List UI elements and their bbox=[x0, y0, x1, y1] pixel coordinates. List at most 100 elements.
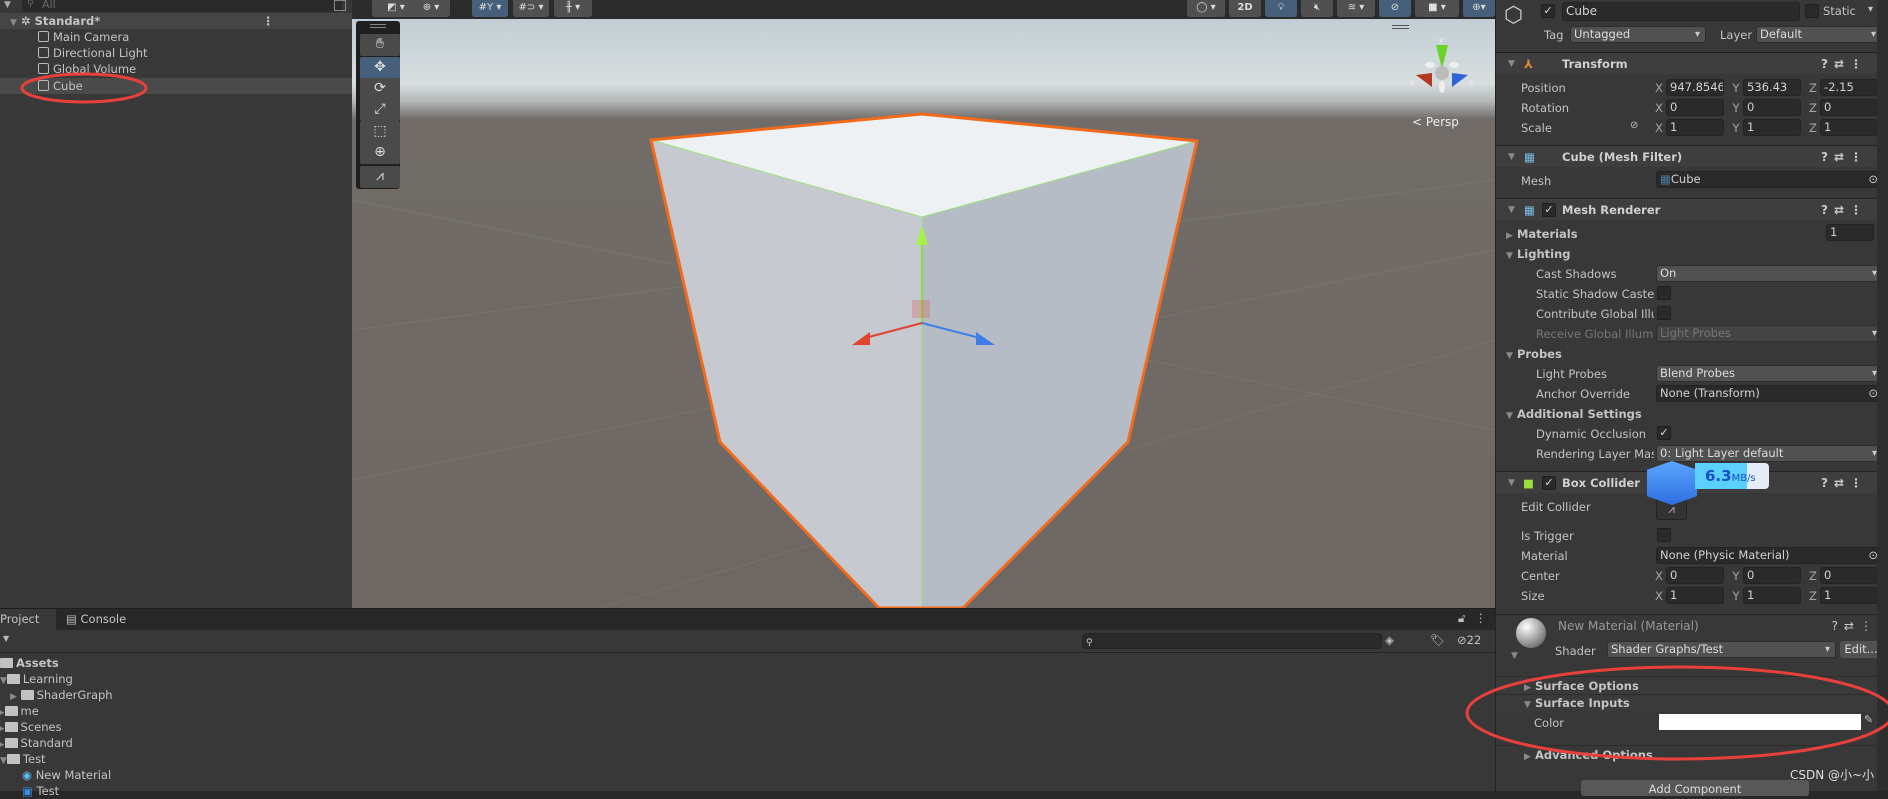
tree-item-assets[interactable]: Assets bbox=[0, 655, 59, 671]
tree-item-standard[interactable]: ▸ Standard bbox=[0, 735, 73, 751]
static-dropdown-icon[interactable]: ▾ bbox=[1868, 4, 1873, 15]
hidden-packages-toggle[interactable]: ⊘22 bbox=[1457, 633, 1481, 647]
rotation-z-field[interactable]: 0 bbox=[1820, 99, 1878, 116]
download-speed-widget[interactable]: 6.3MB/s bbox=[1647, 461, 1771, 505]
component-header-icons[interactable]: ?⇄⋮ bbox=[1821, 53, 1868, 75]
shader-edit-button[interactable]: Edit... bbox=[1840, 641, 1882, 658]
hierarchy-item-cube[interactable]: Cube bbox=[0, 78, 352, 94]
scale-tool-icon[interactable]: ⤢ bbox=[360, 99, 400, 121]
probes-foldout[interactable]: ▼ Probes bbox=[1506, 347, 1562, 361]
center-x-field[interactable]: 0 bbox=[1666, 567, 1724, 584]
custom-editor-tool-icon[interactable]: ⩘ bbox=[360, 166, 400, 188]
more-icon[interactable]: ⋮ bbox=[263, 13, 275, 29]
position-x-field[interactable]: 947.8546 bbox=[1666, 79, 1724, 96]
effects-dropdown[interactable]: ≋ ▾ bbox=[1337, 0, 1375, 17]
position-x-axis-label[interactable]: X bbox=[1653, 81, 1665, 95]
rotation-x-axis-label[interactable]: X bbox=[1653, 101, 1665, 115]
size-z-axis-label[interactable]: Z bbox=[1807, 589, 1819, 603]
add-component-button[interactable]: Add Component bbox=[1581, 780, 1809, 796]
contribute-gi-checkbox[interactable] bbox=[1657, 306, 1671, 320]
tree-item-scenes[interactable]: ▸ Scenes bbox=[0, 719, 62, 735]
additional-settings-foldout[interactable]: ▼ Additional Settings bbox=[1506, 407, 1642, 421]
active-checkbox[interactable]: ✓ bbox=[1541, 4, 1555, 18]
position-z-axis-label[interactable]: Z bbox=[1807, 81, 1819, 95]
lighting-toggle-icon[interactable]: 💡︎ bbox=[1265, 0, 1297, 17]
tree-item-shadergraph[interactable]: ▶ ShaderGraph bbox=[10, 687, 113, 703]
grid-toggle[interactable]: #Y ▾ bbox=[472, 0, 508, 17]
rotation-y-field[interactable]: 0 bbox=[1743, 99, 1801, 116]
scale-z-axis-label[interactable]: Z bbox=[1807, 121, 1819, 135]
inspector-scrollbar[interactable] bbox=[1877, 0, 1888, 791]
search-by-label-icon[interactable]: 🏷︎ bbox=[1430, 633, 1445, 647]
position-z-field[interactable]: -2.15 bbox=[1820, 79, 1878, 96]
rendering-layer-dropdown[interactable]: 0: Light Layer default bbox=[1656, 445, 1883, 462]
material-header-icons[interactable]: ?⇄⋮ bbox=[1832, 619, 1878, 633]
shader-dropdown[interactable]: Shader Graphs/Test bbox=[1607, 641, 1836, 658]
hierarchy-search-input[interactable]: ⚲ All bbox=[22, 0, 342, 12]
position-y-field[interactable]: 536.43 bbox=[1743, 79, 1801, 96]
2d-toggle[interactable]: 2D bbox=[1229, 0, 1261, 17]
project-search-input[interactable]: ⚲ bbox=[1082, 633, 1382, 649]
center-x-axis-label[interactable]: X bbox=[1653, 569, 1665, 583]
tree-item-test[interactable]: ▼ Test bbox=[0, 751, 46, 767]
tab-console[interactable]: ▤ Console bbox=[66, 609, 126, 629]
size-y-axis-label[interactable]: Y bbox=[1730, 589, 1742, 603]
center-z-field[interactable]: 0 bbox=[1820, 567, 1878, 584]
center-y-field[interactable]: 0 bbox=[1743, 567, 1801, 584]
size-z-field[interactable]: 1 bbox=[1820, 587, 1878, 604]
snap-toggle[interactable]: #⊃ ▾ bbox=[513, 0, 549, 17]
tree-item-me[interactable]: ▸ me bbox=[0, 703, 39, 719]
hierarchy-item-main-camera[interactable]: Main Camera bbox=[0, 29, 352, 45]
camera-dropdown[interactable]: ■ ▾ bbox=[1415, 0, 1459, 17]
static-shadow-caster-checkbox[interactable] bbox=[1657, 286, 1671, 300]
size-x-field[interactable]: 1 bbox=[1666, 587, 1724, 604]
tab-project[interactable]: Project bbox=[0, 609, 56, 630]
transform-tool-icon[interactable]: ⊕ bbox=[360, 142, 400, 164]
collapse-arrow-icon[interactable]: ▼ bbox=[1508, 199, 1515, 221]
orientation-gizmo[interactable]: y x z bbox=[1402, 29, 1482, 109]
hierarchy-menu-icon[interactable]: ▼ bbox=[4, 0, 11, 10]
physic-material-field[interactable]: None (Physic Material) ⊙ bbox=[1656, 547, 1883, 564]
layer-dropdown[interactable]: Default bbox=[1756, 26, 1882, 43]
color-swatch[interactable] bbox=[1659, 714, 1861, 730]
mesh-filter-header[interactable]: ▼ ▦ Cube (Mesh Filter) ?⇄⋮ bbox=[1496, 145, 1878, 167]
component-header-icons[interactable]: ?⇄⋮ bbox=[1821, 146, 1868, 168]
projection-toggle[interactable]: < Persp bbox=[1412, 115, 1459, 129]
surface-options-foldout[interactable]: ▶ Surface Options bbox=[1496, 676, 1878, 694]
anchor-override-field[interactable]: None (Transform) ⊙ bbox=[1656, 385, 1883, 402]
rect-tool-icon[interactable]: ⬚ bbox=[360, 121, 400, 143]
materials-count-field[interactable]: 1 bbox=[1826, 224, 1874, 241]
mesh-field[interactable]: ▦Cube ⊙ bbox=[1656, 171, 1883, 188]
size-y-field[interactable]: 1 bbox=[1743, 587, 1801, 604]
scale-y-axis-label[interactable]: Y bbox=[1730, 121, 1742, 135]
global-local-dropdown[interactable]: ⊕ ▾ bbox=[412, 0, 450, 17]
enabled-checkbox[interactable]: ✓ bbox=[1542, 203, 1556, 217]
scene-row[interactable]: ▼ ✲ Standard* ⋮ bbox=[0, 13, 352, 29]
light-probes-dropdown[interactable]: Blend Probes bbox=[1656, 365, 1883, 382]
position-y-axis-label[interactable]: Y bbox=[1730, 81, 1742, 95]
rotate-tool-icon[interactable]: ⟳ bbox=[360, 78, 400, 100]
material-foldout-icon[interactable]: ▼ bbox=[1511, 651, 1518, 661]
surface-inputs-foldout[interactable]: ▼ Surface Inputs bbox=[1496, 694, 1878, 711]
transform-header[interactable]: ▼ ⅄ Transform ?⇄⋮ bbox=[1496, 52, 1878, 74]
scale-z-field[interactable]: 1 bbox=[1820, 119, 1878, 136]
gizmos-dropdown[interactable]: ⊕▾ bbox=[1463, 0, 1495, 17]
lock-icon[interactable]: 🔓︎ bbox=[1458, 611, 1465, 626]
eyedropper-icon[interactable]: ✎ bbox=[1864, 713, 1873, 726]
scene-viewport[interactable]: ✋︎ ✥ ⟳ ⤢ ⬚ ⊕ ⩘ yxz 🔒︎ < Persp bbox=[352, 19, 1495, 608]
audio-toggle-icon[interactable]: 🔇︎ bbox=[1301, 0, 1333, 17]
tree-item-new-material[interactable]: ◉ New Material bbox=[22, 767, 111, 783]
constrain-proportions-icon[interactable]: ⊘ bbox=[1630, 120, 1638, 131]
tag-dropdown[interactable]: Untagged bbox=[1570, 26, 1706, 43]
hand-tool-icon[interactable]: ✋︎ bbox=[360, 34, 400, 56]
collapse-arrow-icon[interactable]: ▼ bbox=[1508, 472, 1515, 494]
component-header-icons[interactable]: ?⇄⋮ bbox=[1821, 199, 1868, 221]
collapse-arrow-icon[interactable]: ▼ bbox=[1508, 53, 1515, 75]
search-by-type-icon[interactable]: ◈ bbox=[1385, 633, 1394, 647]
increment-snap-dropdown[interactable]: ╫ ▾ bbox=[554, 0, 592, 17]
scale-x-field[interactable]: 1 bbox=[1666, 119, 1724, 136]
more-icon[interactable]: ⋮ bbox=[1475, 611, 1487, 625]
hidden-objects-toggle-icon[interactable]: ⊘ bbox=[1379, 0, 1411, 17]
component-header-icons[interactable]: ?⇄⋮ bbox=[1821, 472, 1868, 494]
is-trigger-checkbox[interactable] bbox=[1657, 528, 1671, 542]
